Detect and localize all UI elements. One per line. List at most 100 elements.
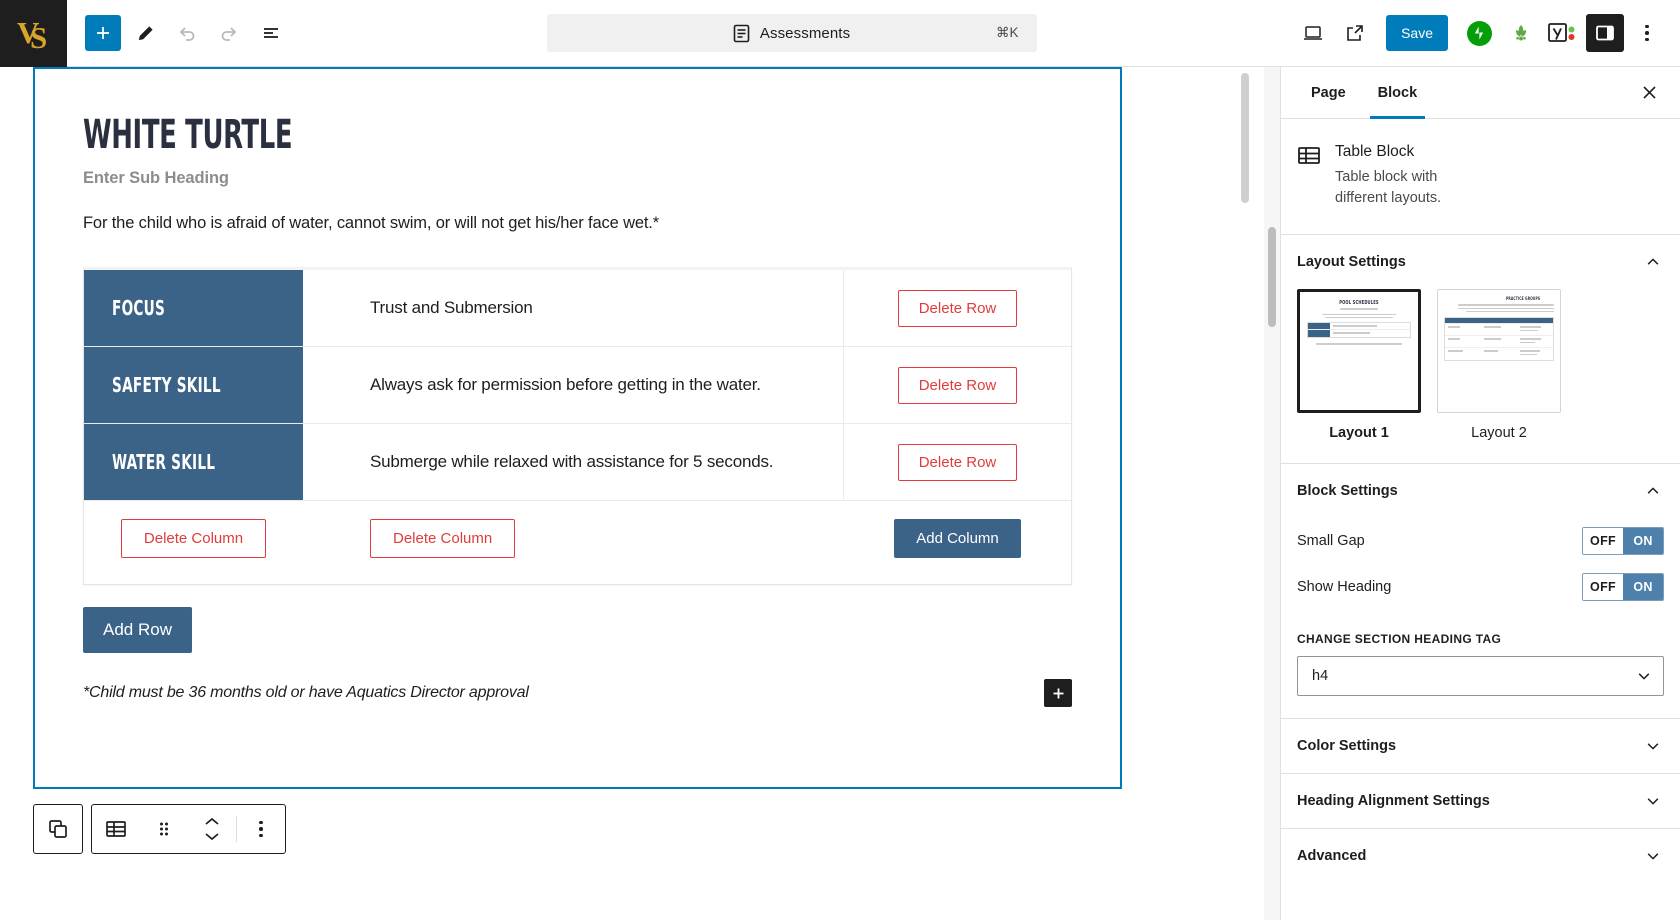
row-action-cell: Delete Row bbox=[844, 270, 1071, 346]
plant-icon bbox=[1509, 21, 1533, 45]
small-gap-on[interactable]: ON bbox=[1623, 528, 1663, 554]
move-block-buttons[interactable] bbox=[188, 805, 236, 853]
close-icon bbox=[1641, 84, 1658, 101]
save-button[interactable]: Save bbox=[1386, 15, 1448, 51]
drag-handle-icon bbox=[158, 819, 170, 839]
panel-block-settings: Block Settings Small Gap OFF ON Show Hea… bbox=[1281, 463, 1680, 718]
list-view-icon bbox=[261, 23, 281, 43]
table-block-selected[interactable]: WHITE TURTLE Enter Sub Heading For the c… bbox=[33, 67, 1122, 789]
preview-device-button[interactable] bbox=[1294, 14, 1332, 52]
page-title[interactable]: WHITE TURTLE bbox=[83, 114, 795, 156]
panel-heading-alignment-header[interactable]: Heading Alignment Settings bbox=[1281, 774, 1680, 828]
panel-advanced: Advanced bbox=[1281, 828, 1680, 883]
row-value-cell[interactable]: Always ask for permission before getting… bbox=[303, 347, 844, 423]
block-description: Table block with different layouts. bbox=[1335, 167, 1475, 208]
settings-sidebar-toggle[interactable] bbox=[1586, 14, 1624, 52]
table-row: WATER SKILL Submerge while relaxed with … bbox=[84, 424, 1071, 501]
panel-title: Block Settings bbox=[1297, 483, 1398, 499]
panel-advanced-header[interactable]: Advanced bbox=[1281, 829, 1680, 883]
block-parent-group bbox=[33, 804, 83, 854]
row-label-cell[interactable]: FOCUS bbox=[84, 270, 303, 346]
append-block-button[interactable] bbox=[1044, 679, 1072, 707]
layout-2-thumbnail: PRACTICE GROUPS bbox=[1437, 289, 1561, 413]
undo-icon bbox=[177, 23, 197, 43]
vs-logo-icon: V S bbox=[17, 14, 51, 52]
row-label-cell[interactable]: SAFETY SKILL bbox=[84, 347, 303, 423]
footnote-text[interactable]: *Child must be 36 months old or have Aqu… bbox=[83, 684, 529, 702]
panel-title: Advanced bbox=[1297, 848, 1366, 864]
canvas-scrollbar[interactable] bbox=[1241, 73, 1249, 203]
delete-column-button[interactable]: Delete Column bbox=[121, 519, 266, 558]
list-view-button[interactable] bbox=[253, 15, 289, 51]
drag-handle-button[interactable] bbox=[140, 805, 188, 853]
row-label-cell[interactable]: WATER SKILL bbox=[84, 424, 303, 500]
table-row: SAFETY SKILL Always ask for permission b… bbox=[84, 347, 1071, 424]
sidebar-scrollbar-thumb[interactable] bbox=[1268, 227, 1276, 327]
sidebar-toggle-icon bbox=[1594, 22, 1616, 44]
heading-tag-select[interactable]: h4 bbox=[1297, 656, 1664, 696]
document-search-wrapper: Assessments ⌘K bbox=[289, 14, 1294, 52]
command-palette-button[interactable]: Assessments ⌘K bbox=[547, 14, 1037, 52]
row-label: FOCUS bbox=[112, 296, 165, 320]
delete-row-button[interactable]: Delete Row bbox=[898, 444, 1018, 481]
redo-icon bbox=[219, 23, 239, 43]
chevron-down-icon[interactable] bbox=[204, 832, 220, 841]
row-label: SAFETY SKILL bbox=[112, 373, 221, 397]
panel-color-settings-header[interactable]: Color Settings bbox=[1281, 719, 1680, 773]
panel-color-settings: Color Settings bbox=[1281, 718, 1680, 773]
jetpack-button[interactable] bbox=[1460, 14, 1498, 52]
document-icon bbox=[733, 24, 750, 43]
chevron-up-icon[interactable] bbox=[204, 817, 220, 826]
more-options-button[interactable] bbox=[1628, 14, 1666, 52]
add-block-button[interactable] bbox=[85, 15, 121, 51]
select-parent-button[interactable] bbox=[34, 805, 82, 853]
view-page-button[interactable] bbox=[1336, 14, 1374, 52]
column-actions-row: Delete Column Delete Column Add Column bbox=[84, 501, 1071, 584]
chevron-up-icon bbox=[1646, 484, 1660, 498]
delete-row-button[interactable]: Delete Row bbox=[898, 367, 1018, 404]
block-options-button[interactable] bbox=[237, 805, 285, 853]
row-value-cell[interactable]: Submerge while relaxed with assistance f… bbox=[303, 424, 844, 500]
tab-page[interactable]: Page bbox=[1295, 67, 1362, 118]
row-value-cell[interactable]: Trust and Submersion bbox=[303, 270, 844, 346]
tab-block[interactable]: Block bbox=[1362, 67, 1434, 118]
panel-heading-alignment-settings: Heading Alignment Settings bbox=[1281, 773, 1680, 828]
undo-button[interactable] bbox=[169, 15, 205, 51]
small-gap-toggle[interactable]: OFF ON bbox=[1582, 527, 1664, 555]
block-type-button[interactable] bbox=[92, 805, 140, 853]
show-heading-on[interactable]: ON bbox=[1623, 574, 1663, 600]
show-heading-toggle[interactable]: OFF ON bbox=[1582, 573, 1664, 601]
layout-option-1[interactable]: POOL SCHEDULES Layout 1 bbox=[1297, 289, 1421, 441]
chevron-down-icon bbox=[1646, 794, 1660, 808]
plus-icon bbox=[94, 24, 112, 42]
column-action-slot: Add Column bbox=[844, 519, 1071, 558]
small-gap-off[interactable]: OFF bbox=[1583, 528, 1623, 554]
layout-2-label: Layout 2 bbox=[1437, 425, 1561, 441]
heading-tag-label: CHANGE SECTION HEADING TAG bbox=[1297, 632, 1664, 646]
layout-option-2[interactable]: PRACTICE GROUPS Layout bbox=[1437, 289, 1561, 441]
panel-layout-settings-header[interactable]: Layout Settings bbox=[1281, 235, 1680, 289]
delete-column-button[interactable]: Delete Column bbox=[370, 519, 515, 558]
close-sidebar-button[interactable] bbox=[1632, 76, 1666, 110]
yoast-seo-icon bbox=[1548, 22, 1578, 44]
panel-block-settings-header[interactable]: Block Settings bbox=[1281, 464, 1680, 518]
show-heading-off[interactable]: OFF bbox=[1583, 574, 1623, 600]
document-content: WHITE TURTLE Enter Sub Heading For the c… bbox=[35, 69, 1120, 707]
delete-row-button[interactable]: Delete Row bbox=[898, 290, 1018, 327]
site-logo[interactable]: V S bbox=[0, 0, 67, 67]
add-column-button[interactable]: Add Column bbox=[894, 519, 1021, 558]
panel-block-settings-body: Small Gap OFF ON Show Heading OFF ON CHA… bbox=[1281, 518, 1680, 718]
chevron-down-icon bbox=[1637, 669, 1651, 683]
search-shortcut: ⌘K bbox=[996, 25, 1019, 41]
yoast-seo-button[interactable] bbox=[1544, 14, 1582, 52]
page-subheading[interactable]: Enter Sub Heading bbox=[83, 169, 1072, 188]
column-action-slot: Delete Column bbox=[84, 519, 303, 558]
page-description[interactable]: For the child who is afraid of water, ca… bbox=[83, 214, 1072, 233]
layout-1-thumb-title: POOL SCHEDULES bbox=[1320, 300, 1398, 306]
redo-button[interactable] bbox=[211, 15, 247, 51]
edit-mode-button[interactable] bbox=[127, 15, 163, 51]
add-row-button[interactable]: Add Row bbox=[83, 607, 192, 653]
setting-show-heading: Show Heading OFF ON bbox=[1297, 564, 1664, 610]
select-parent-icon bbox=[47, 818, 69, 840]
plant-plugin-button[interactable] bbox=[1502, 14, 1540, 52]
